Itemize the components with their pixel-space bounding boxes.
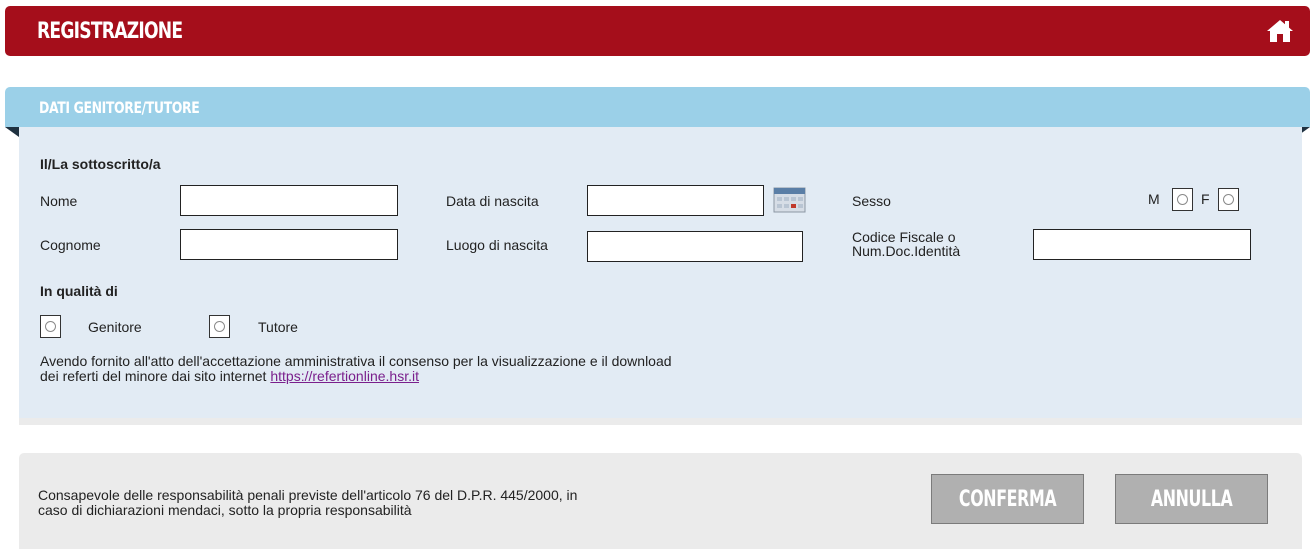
page-header: REGISTRAZIONE	[5, 6, 1310, 56]
data-nascita-input[interactable]	[587, 185, 764, 216]
disclaimer-text: Consapevole delle responsabilità penali …	[38, 487, 578, 518]
sesso-m-label: M	[1148, 191, 1160, 207]
section-title: DATI GENITORE/TUTORE	[39, 98, 200, 117]
consent-text: Avendo fornito all'atto dell'accettazion…	[40, 353, 672, 384]
genitore-radio[interactable]	[40, 315, 61, 338]
luogo-nascita-label: Luogo di nascita	[446, 237, 548, 253]
luogo-nascita-input[interactable]	[587, 231, 803, 262]
nome-input[interactable]	[180, 185, 398, 216]
genitore-label: Genitore	[88, 319, 142, 335]
tutore-radio[interactable]	[209, 315, 230, 338]
sesso-f-label: F	[1201, 191, 1210, 207]
cognome-input[interactable]	[180, 229, 398, 260]
ribbon-corner-left	[5, 127, 19, 137]
codice-fiscale-input[interactable]	[1033, 229, 1251, 260]
section-header: DATI GENITORE/TUTORE	[5, 87, 1310, 127]
nome-label: Nome	[40, 193, 78, 209]
calendar-icon[interactable]	[773, 186, 806, 213]
home-icon[interactable]	[1266, 18, 1294, 44]
sesso-f-radio[interactable]	[1218, 188, 1239, 211]
cancel-button[interactable]: ANNULLA	[1115, 474, 1268, 524]
page-title: REGISTRAZIONE	[37, 19, 183, 44]
data-nascita-label: Data di nascita	[446, 193, 539, 209]
codice-fiscale-label: Codice Fiscale o Num.Doc.Identità	[852, 229, 961, 259]
cognome-label: Cognome	[40, 237, 101, 253]
refertionline-link[interactable]: https://refertionline.hsr.it	[270, 368, 419, 384]
sesso-label: Sesso	[852, 193, 891, 209]
tutore-label: Tutore	[258, 319, 298, 335]
subscriber-heading: Il/La sottoscritto/a	[40, 156, 161, 172]
confirm-button[interactable]: CONFERMA	[931, 474, 1084, 524]
sesso-m-radio[interactable]	[1172, 188, 1193, 211]
qualita-heading: In qualità di	[40, 283, 118, 299]
footer-panel: Consapevole delle responsabilità penali …	[19, 453, 1302, 549]
